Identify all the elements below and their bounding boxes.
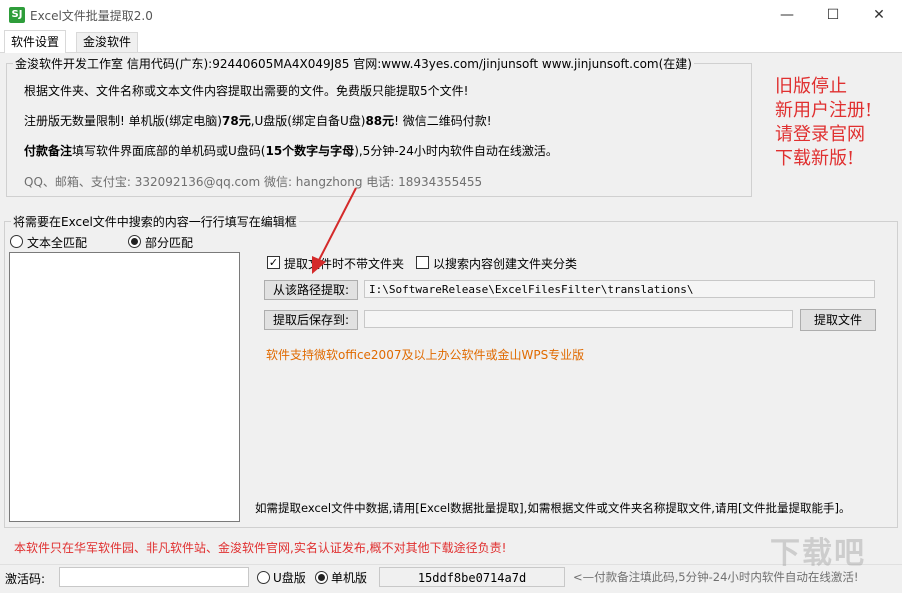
create-folder-label[interactable]: 以搜索内容创建文件夹分类 xyxy=(433,255,577,272)
info-line-1: 根据文件夹、文件名称或文本文件内容提取出需要的文件。免费版只能提取5个文件! xyxy=(24,84,469,98)
dest-path-button[interactable]: 提取后保存到: xyxy=(264,310,358,330)
support-info: 软件支持微软office2007及以上办公软件或金山WPS专业版 xyxy=(266,348,585,362)
source-path-button[interactable]: 从该路径提取: xyxy=(264,280,358,300)
dest-path-field[interactable] xyxy=(364,310,793,328)
radio-partial-match-label[interactable]: 部分匹配 xyxy=(145,234,193,251)
machine-code-field[interactable]: 15ddf8be0714a7d xyxy=(379,567,565,587)
payment-note-label: 付款备注 xyxy=(24,144,73,158)
info-line-3: 付款备注填写软件界面底部的单机码或U盘码(15个数字与字母),5分钟-24小时内… xyxy=(24,142,558,159)
activation-label: 激活码: xyxy=(5,572,46,586)
tab-jinjun-software[interactable]: 金浚软件 xyxy=(76,32,139,52)
info-line-2: 注册版无数量限制! 单机版(绑定电脑)78元,U盘版(绑定自备U盘)88元! 微… xyxy=(24,112,492,129)
code-format: 15个数字与字母 xyxy=(265,144,355,158)
info-line-3b: 填写软件界面底部的单机码或U盘码( xyxy=(72,144,266,158)
contact-info: QQ、邮箱、支付宝: 332092136@qq.com 微信: hangzhon… xyxy=(24,175,483,189)
notice-line: 下载新版! xyxy=(775,148,855,169)
maximize-icon[interactable]: ☐ xyxy=(810,0,856,30)
app-icon: SJ xyxy=(9,7,25,23)
notice-line: 新用户注册! xyxy=(775,100,873,121)
notice-line: 旧版停止 xyxy=(775,76,847,97)
price-single: 78元 xyxy=(222,114,251,128)
radio-usb-version[interactable] xyxy=(257,571,270,584)
minimize-icon[interactable]: — xyxy=(764,0,810,30)
radio-usb-label[interactable]: U盘版 xyxy=(273,569,306,586)
radio-single-label[interactable]: 单机版 xyxy=(331,569,367,586)
search-legend: 将需要在Excel文件中搜索的内容一行行填写在编辑框 xyxy=(13,215,297,229)
tool-hint: 如需提取excel文件中数据,请用[Excel数据批量提取],如需根据文件或文件… xyxy=(255,501,851,515)
info-line-3d: ),5分钟-24小时内软件自动在线激活。 xyxy=(354,144,558,158)
info-line-2c: ,U盘版(绑定自备U盘) xyxy=(250,114,366,128)
no-folder-checkbox[interactable]: ✓ xyxy=(267,256,280,269)
activation-code-input[interactable] xyxy=(59,567,249,587)
notice-line: 请登录官网 xyxy=(775,124,865,145)
create-folder-checkbox[interactable] xyxy=(416,256,429,269)
watermark-logo: 下载吧 xyxy=(770,536,866,571)
info-legend: 金浚软件开发工作室 信用代码(广东):92440605MA4X049J85 官网… xyxy=(15,57,692,71)
window-title: Excel文件批量提取2.0 xyxy=(30,9,153,23)
price-usb: 88元 xyxy=(365,114,395,128)
radio-single-version[interactable] xyxy=(315,571,328,584)
close-icon[interactable]: ✕ xyxy=(856,0,902,30)
tab-settings[interactable]: 软件设置 xyxy=(4,30,67,53)
radio-full-match[interactable] xyxy=(10,235,23,248)
radio-full-match-label[interactable]: 文本全匹配 xyxy=(27,234,87,251)
info-line-2e: ! 微信二维码付款! xyxy=(394,114,492,128)
radio-partial-match[interactable] xyxy=(128,235,141,248)
no-folder-label[interactable]: 提取文件时不带文件夹 xyxy=(284,255,404,272)
title-bar: SJ Excel文件批量提取2.0 — ☐ ✕ xyxy=(0,0,902,30)
extract-files-button[interactable]: 提取文件 xyxy=(800,309,876,331)
source-path-field[interactable]: I:\SoftwareRelease\ExcelFilesFilter\tran… xyxy=(364,280,875,298)
download-warning: 本软件只在华军软件园、非凡软件站、金浚软件官网,实名认证发布,概不对其他下载途径… xyxy=(14,541,507,555)
old-version-notice: 旧版停止 新用户注册! 请登录官网 下载新版! xyxy=(775,75,872,171)
info-line-2a: 注册版无数量限制! 单机版(绑定电脑) xyxy=(24,114,222,128)
search-content-editor[interactable] xyxy=(9,252,240,522)
